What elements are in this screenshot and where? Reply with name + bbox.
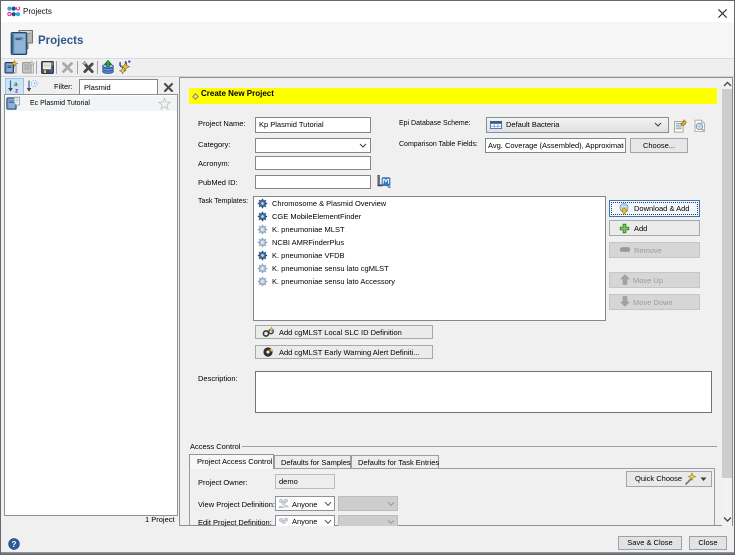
- svg-text:z: z: [15, 88, 19, 93]
- svg-text:?: ?: [12, 540, 17, 549]
